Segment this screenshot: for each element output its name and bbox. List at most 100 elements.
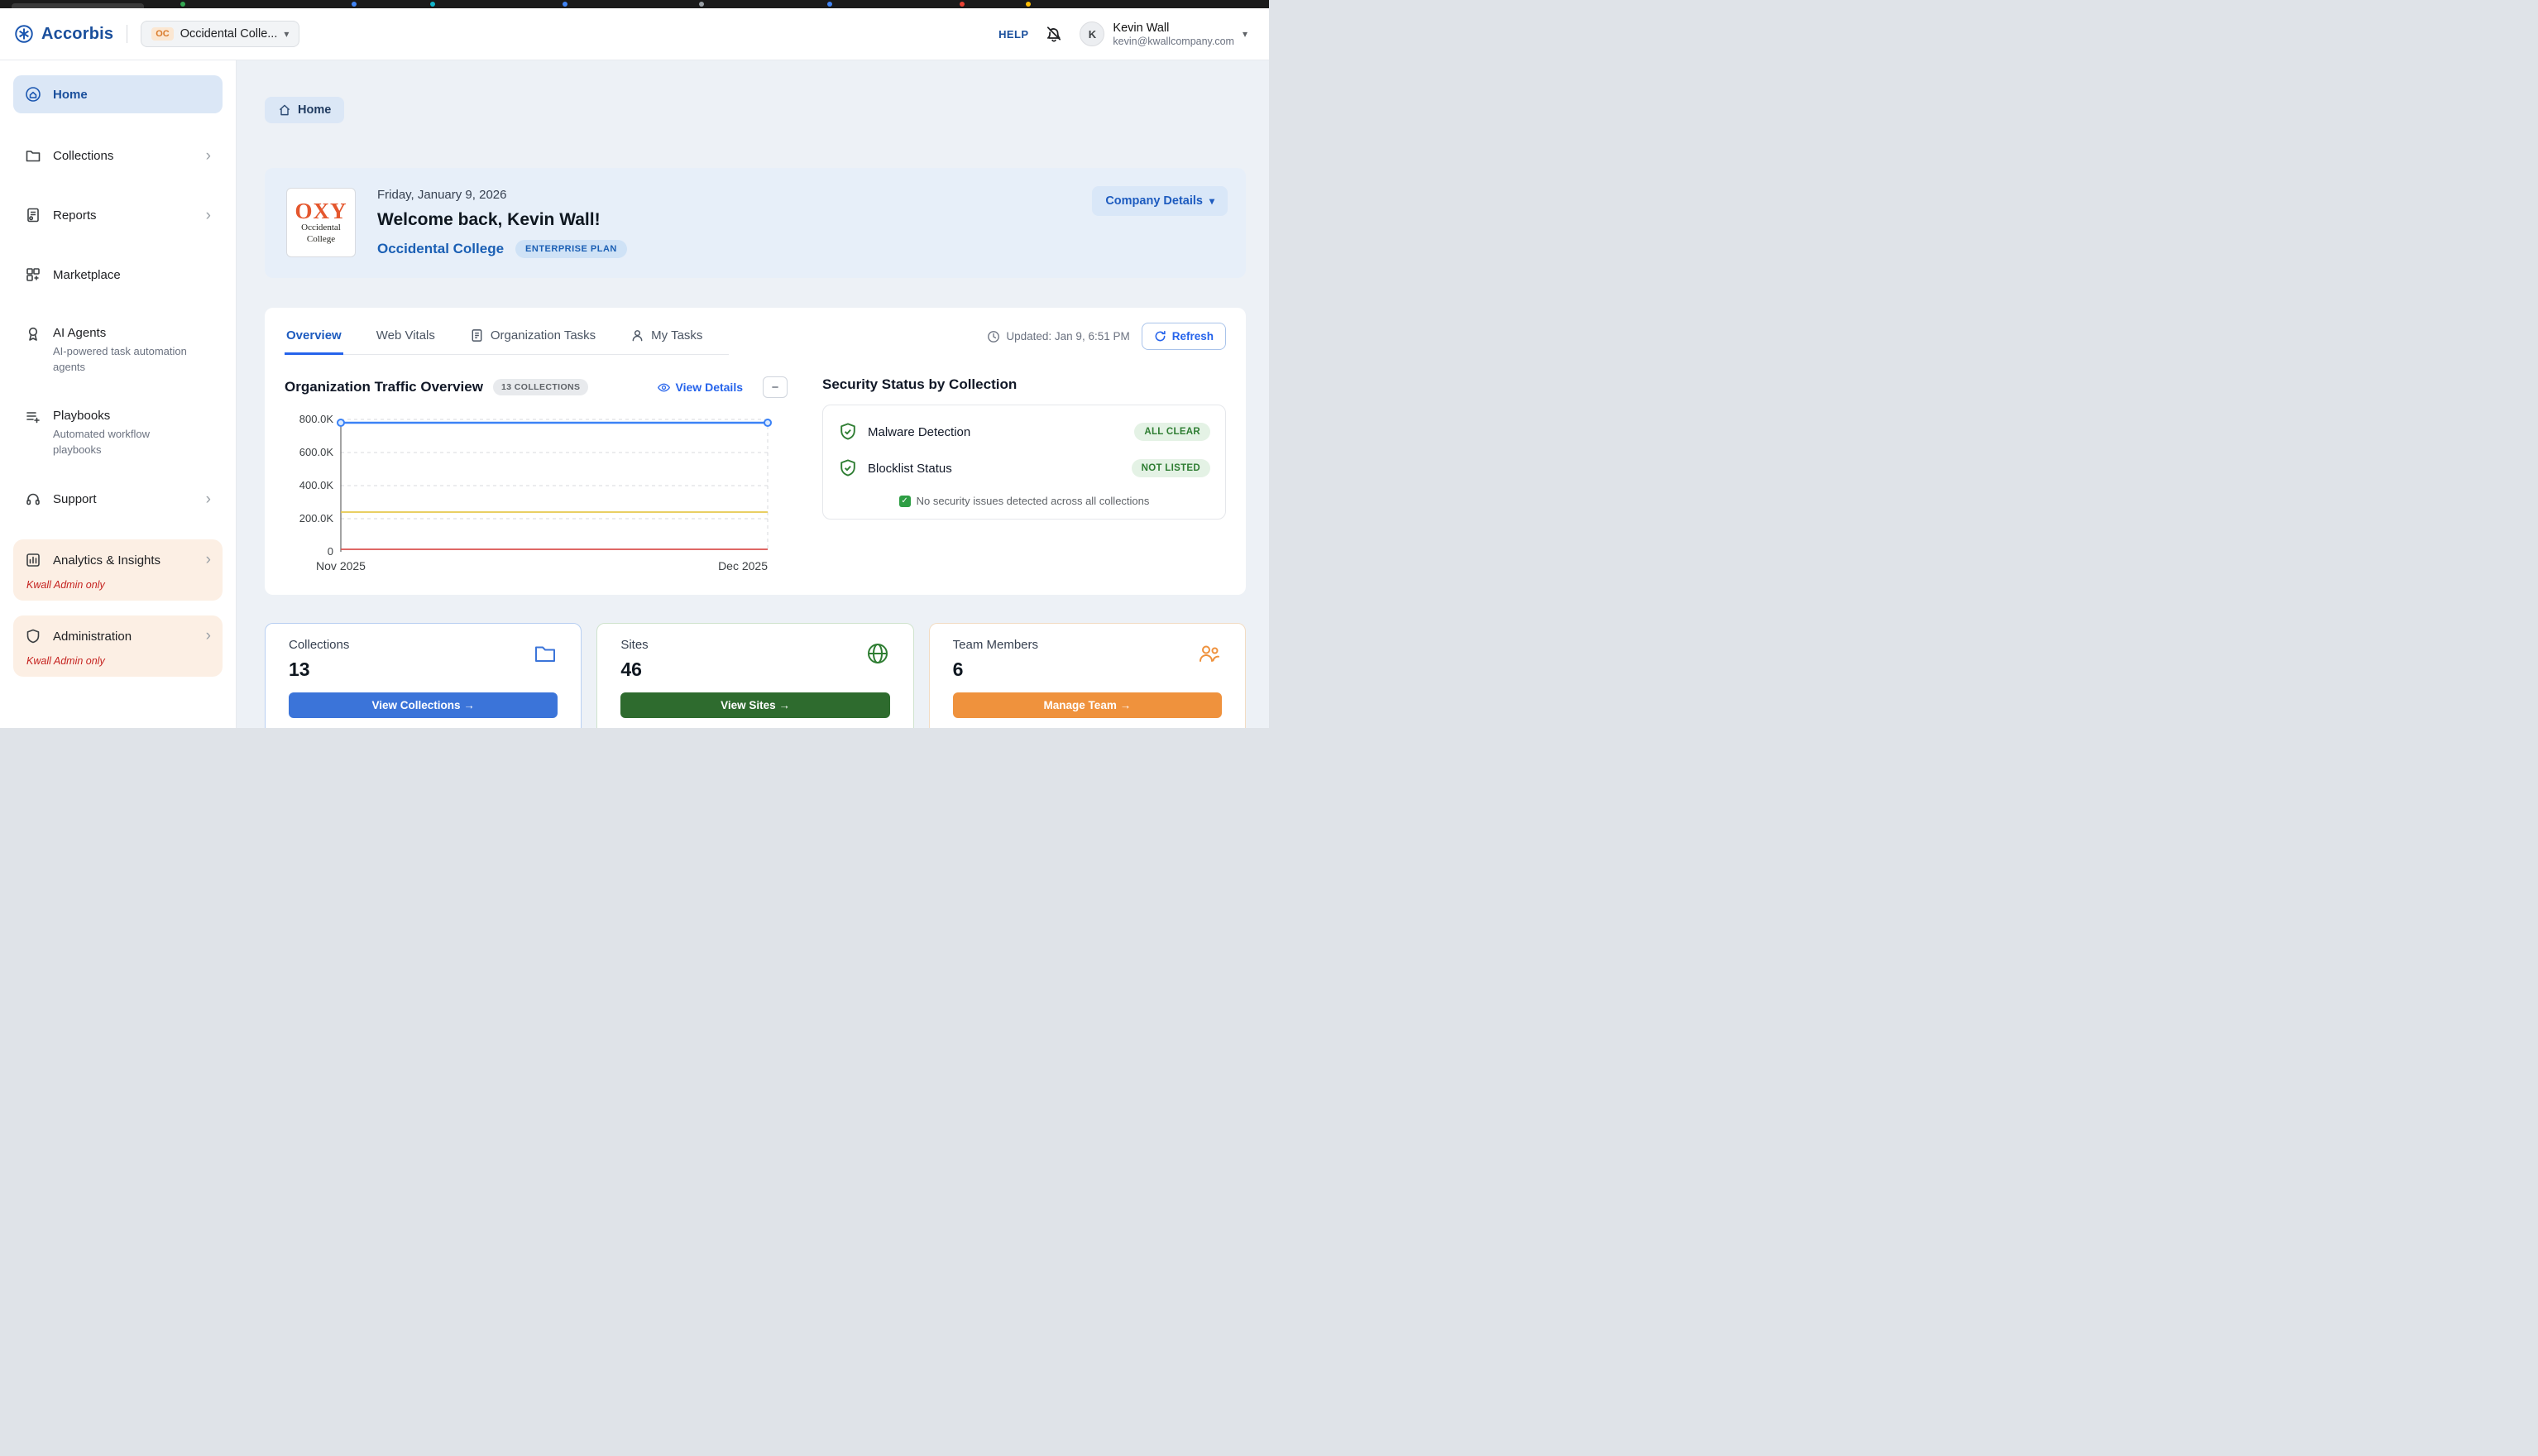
tab-web-vitals[interactable]: Web Vitals bbox=[375, 323, 437, 355]
welcome-date: Friday, January 9, 2026 bbox=[377, 188, 627, 202]
sidebar-item-label: Playbooks bbox=[53, 409, 198, 423]
brand-logo[interactable]: Accorbis bbox=[13, 23, 113, 45]
tab-label: My Tasks bbox=[651, 328, 702, 342]
tab-overview[interactable]: Overview bbox=[285, 323, 343, 355]
sidebar-item-label: Administration bbox=[53, 630, 132, 644]
refresh-icon bbox=[1154, 330, 1166, 342]
favicon-dot bbox=[563, 2, 567, 7]
sidebar-item-subtitle: Automated workflow playbooks bbox=[53, 427, 198, 458]
tab-label: Overview bbox=[286, 328, 342, 342]
app-header: Accorbis OC Occidental Colle... ▾ HELP K… bbox=[0, 8, 1269, 60]
svg-text:600.0K: 600.0K bbox=[299, 446, 334, 458]
favicon-dot bbox=[960, 2, 965, 7]
favicon-dot bbox=[352, 2, 357, 7]
sidebar-item-ai-agents[interactable]: AI Agents AI-powered task automation age… bbox=[13, 315, 223, 386]
view-details-label: View Details bbox=[676, 381, 743, 394]
tab-my-tasks[interactable]: My Tasks bbox=[629, 323, 704, 355]
chevron-down-icon: ▾ bbox=[284, 29, 289, 39]
security-row-malware: Malware Detection ALL CLEAR bbox=[838, 414, 1210, 450]
view-collections-button[interactable]: View Collections → bbox=[289, 692, 558, 718]
updated-label: Updated: Jan 9, 6:51 PM bbox=[1006, 330, 1129, 342]
stat-label: Collections bbox=[289, 638, 349, 652]
sidebar-item-analytics-insights[interactable]: Analytics & Insights › Kwall Admin only bbox=[13, 539, 223, 601]
globe-icon bbox=[865, 641, 890, 666]
brand-name: Accorbis bbox=[41, 25, 113, 44]
sidebar-item-collections[interactable]: Collections › bbox=[13, 136, 223, 175]
user-email: kevin@kwallcompany.com bbox=[1113, 36, 1234, 47]
tab-label: Web Vitals bbox=[376, 328, 435, 342]
sidebar-item-label: Reports bbox=[53, 208, 97, 223]
svg-text:800.0K: 800.0K bbox=[299, 413, 334, 425]
playbooks-icon bbox=[25, 409, 41, 425]
org-logo: OXY Occidental College bbox=[286, 188, 356, 257]
user-menu[interactable]: K Kevin Wall kevin@kwallcompany.com ▾ bbox=[1080, 22, 1247, 47]
status-badge: ALL CLEAR bbox=[1134, 423, 1210, 441]
security-row-label: Blocklist Status bbox=[868, 462, 952, 476]
favicon-dot bbox=[1026, 2, 1031, 7]
sidebar-item-support[interactable]: Support › bbox=[13, 480, 223, 518]
sidebar-item-home[interactable]: Home bbox=[13, 75, 223, 113]
svg-text:Nov 2025: Nov 2025 bbox=[316, 559, 366, 572]
sidebar-item-subtitle: AI-powered task automation agents bbox=[53, 344, 198, 376]
security-footer: ✓ No security issues detected across all… bbox=[838, 495, 1210, 507]
org-name-link[interactable]: Occidental College bbox=[377, 241, 504, 257]
org-switcher-label: Occidental Colle... bbox=[180, 27, 278, 41]
chevron-right-icon: › bbox=[206, 148, 211, 164]
sidebar-item-administration[interactable]: Administration › Kwall Admin only bbox=[13, 615, 223, 677]
sidebar-item-reports[interactable]: Reports › bbox=[13, 196, 223, 234]
breadcrumb[interactable]: Home bbox=[265, 97, 344, 123]
shield-check-icon bbox=[838, 422, 858, 442]
collapse-button[interactable]: − bbox=[763, 376, 788, 398]
check-icon: ✓ bbox=[899, 496, 911, 507]
manage-team-button[interactable]: Manage Team → bbox=[953, 692, 1222, 718]
shield-check-icon bbox=[838, 458, 858, 478]
security-row-label: Malware Detection bbox=[868, 425, 970, 439]
stat-value: 13 bbox=[289, 659, 349, 681]
admin-only-note: Kwall Admin only bbox=[25, 655, 211, 667]
sidebar-item-marketplace[interactable]: Marketplace bbox=[13, 256, 223, 294]
refresh-button[interactable]: Refresh bbox=[1142, 323, 1226, 350]
traffic-chart: 0200.0K400.0K600.0K800.0KNov 2025Dec 202… bbox=[285, 410, 788, 575]
chevron-down-icon: ▾ bbox=[1243, 29, 1247, 39]
home-icon bbox=[278, 103, 291, 117]
stat-value: 46 bbox=[620, 659, 648, 681]
notifications-muted-icon[interactable] bbox=[1045, 25, 1063, 43]
sidebar-item-label: Home bbox=[53, 88, 88, 102]
sidebar-item-playbooks[interactable]: Playbooks Automated workflow playbooks bbox=[13, 398, 223, 469]
view-sites-button[interactable]: View Sites → bbox=[620, 692, 889, 718]
svg-text:200.0K: 200.0K bbox=[299, 512, 334, 524]
stats-row: Collections 13 View Collections → Sites bbox=[265, 623, 1246, 728]
ai-agent-icon bbox=[25, 326, 41, 342]
welcome-card: OXY Occidental College Friday, January 9… bbox=[265, 168, 1246, 278]
company-details-button[interactable]: Company Details ▾ bbox=[1092, 186, 1228, 216]
stat-value: 6 bbox=[953, 659, 1038, 681]
org-switcher-dropdown[interactable]: OC Occidental Colle... ▾ bbox=[141, 21, 299, 47]
favicon-dot bbox=[699, 2, 704, 7]
browser-tab-strip bbox=[0, 0, 1269, 8]
accorbis-logo-icon bbox=[13, 23, 35, 45]
security-row-blocklist: Blocklist Status NOT LISTED bbox=[838, 450, 1210, 486]
stat-label: Team Members bbox=[953, 638, 1038, 652]
sidebar-item-label: Collections bbox=[53, 149, 113, 163]
last-updated: Updated: Jan 9, 6:51 PM bbox=[987, 330, 1129, 343]
shield-icon bbox=[25, 628, 41, 644]
view-details-link[interactable]: View Details bbox=[657, 381, 743, 395]
favicon-dot bbox=[180, 2, 185, 7]
stat-card-sites: Sites 46 View Sites → bbox=[596, 623, 913, 728]
help-link[interactable]: HELP bbox=[998, 28, 1028, 41]
security-card: Malware Detection ALL CLEAR Blocklist St… bbox=[822, 405, 1226, 520]
org-logo-line: Occidental bbox=[301, 223, 341, 233]
stat-card-team: Team Members 6 Manage Team → bbox=[929, 623, 1246, 728]
app-window: Accorbis OC Occidental Colle... ▾ HELP K… bbox=[0, 0, 1269, 728]
stat-label: Sites bbox=[620, 638, 648, 652]
avatar: K bbox=[1080, 22, 1104, 46]
tab-organization-tasks[interactable]: Organization Tasks bbox=[468, 323, 597, 355]
favicon-dot bbox=[827, 2, 832, 7]
sidebar-item-label: Analytics & Insights bbox=[53, 553, 160, 568]
svg-text:Dec 2025: Dec 2025 bbox=[718, 559, 768, 572]
eye-icon bbox=[657, 381, 671, 395]
status-badge: NOT LISTED bbox=[1132, 459, 1210, 477]
sidebar-item-label: AI Agents bbox=[53, 326, 198, 340]
org-logo-line: College bbox=[307, 234, 335, 245]
svg-text:400.0K: 400.0K bbox=[299, 479, 334, 491]
